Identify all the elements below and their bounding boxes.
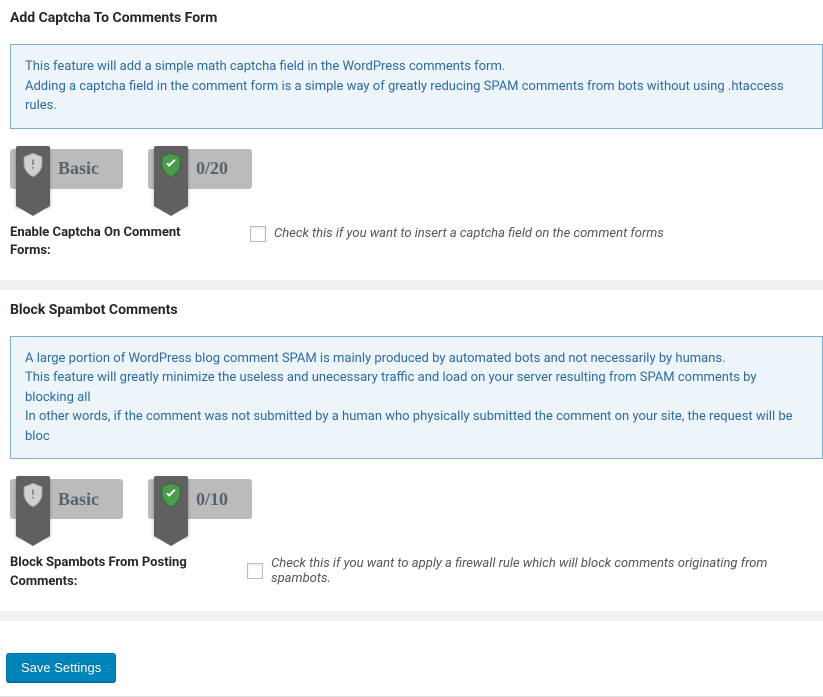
setting-desc-spambot: Check this if you want to apply a firewa… xyxy=(271,556,823,586)
ribbon-icon xyxy=(16,476,50,536)
setting-label-spambot: Block Spambots From Posting Comments: xyxy=(10,554,217,590)
setting-row-spambot: Block Spambots From Posting Comments: Ch… xyxy=(10,554,823,590)
checkbox-enable-captcha[interactable] xyxy=(250,226,266,242)
info-text: This feature will add a simple math capt… xyxy=(25,57,808,77)
badge-score: 0/20 xyxy=(148,149,252,189)
info-text: Adding a captcha field in the comment fo… xyxy=(25,77,808,116)
info-text: In other words, if the comment was not s… xyxy=(25,407,808,446)
shield-check-icon xyxy=(160,152,182,178)
info-box-captcha: This feature will add a simple math capt… xyxy=(10,44,823,129)
badges-row: Basic 0/20 xyxy=(10,149,823,189)
section-spambot: Block Spambot Comments A large portion o… xyxy=(10,302,823,591)
setting-label-captcha: Enable Captcha On Comment Forms: xyxy=(10,224,220,260)
section-divider xyxy=(0,611,823,621)
bottom-border xyxy=(0,690,823,697)
shield-icon xyxy=(22,152,44,178)
setting-row-captcha: Enable Captcha On Comment Forms: Check t… xyxy=(10,224,823,260)
badges-row: Basic 0/10 xyxy=(10,479,823,519)
setting-desc-captcha: Check this if you want to insert a captc… xyxy=(274,226,664,241)
info-text: This feature will greatly minimize the u… xyxy=(25,368,808,407)
ribbon-icon xyxy=(154,476,188,536)
info-text: A large portion of WordPress blog commen… xyxy=(25,349,808,369)
info-box-spambot: A large portion of WordPress blog commen… xyxy=(10,336,823,460)
badge-score: 0/10 xyxy=(148,479,252,519)
section-captcha: Add Captcha To Comments Form This featur… xyxy=(10,10,823,260)
badge-basic: Basic xyxy=(10,479,123,519)
shield-check-icon xyxy=(160,482,182,508)
checkbox-block-spambots[interactable] xyxy=(247,563,263,579)
ribbon-icon xyxy=(154,146,188,206)
badge-basic: Basic xyxy=(10,149,123,189)
section-divider xyxy=(0,280,823,290)
ribbon-icon xyxy=(16,146,50,206)
section-title-spambot: Block Spambot Comments xyxy=(10,302,823,318)
save-settings-button[interactable]: Save Settings xyxy=(6,653,116,682)
shield-icon xyxy=(22,482,44,508)
section-title-captcha: Add Captcha To Comments Form xyxy=(10,10,823,26)
